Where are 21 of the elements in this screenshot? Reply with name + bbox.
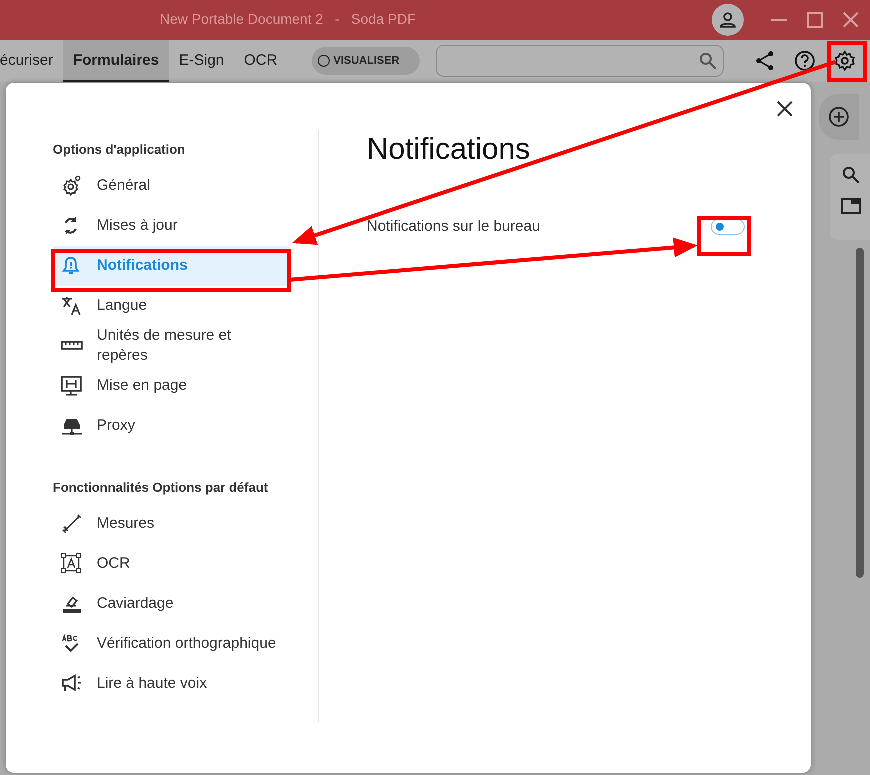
toolbar-tab[interactable]: OCR (234, 40, 288, 82)
sidebar-item[interactable]: OCR (53, 544, 290, 584)
section-heading: Options d'application (53, 142, 186, 157)
section-heading: Fonctionnalités Options par défaut (53, 480, 270, 495)
toolbar-tab[interactable]: écuriser (0, 40, 64, 82)
sidebar-item[interactable]: Mise en page (53, 366, 290, 406)
setting-label: Notifications sur le bureau (367, 218, 540, 235)
sidebar-item[interactable]: Unités de mesure et repères (53, 326, 290, 366)
sidebar-item[interactable]: Mesures (53, 504, 290, 544)
sidebar-item[interactable]: Mises à jour (53, 206, 290, 246)
toolbar-tab[interactable]: E-Sign (169, 40, 234, 82)
sidebar-item[interactable]: Proxy (53, 406, 290, 446)
view-toggle[interactable]: VISUALISER (312, 47, 420, 75)
toolbar-tab[interactable]: Formulaires (63, 40, 170, 82)
page-heading: Notifications (367, 133, 532, 167)
window-title: New Portable Document 2 - Soda PDF (160, 11, 416, 27)
sidebar-item[interactable]: Lire à haute voix (53, 664, 290, 704)
sidebar-item[interactable]: Général (53, 166, 290, 206)
sidebar-item[interactable]: Langue (53, 286, 290, 326)
sidebar-item[interactable]: Caviardage (53, 584, 290, 624)
sidebar-item[interactable]: Vérification orthographique (53, 624, 290, 664)
